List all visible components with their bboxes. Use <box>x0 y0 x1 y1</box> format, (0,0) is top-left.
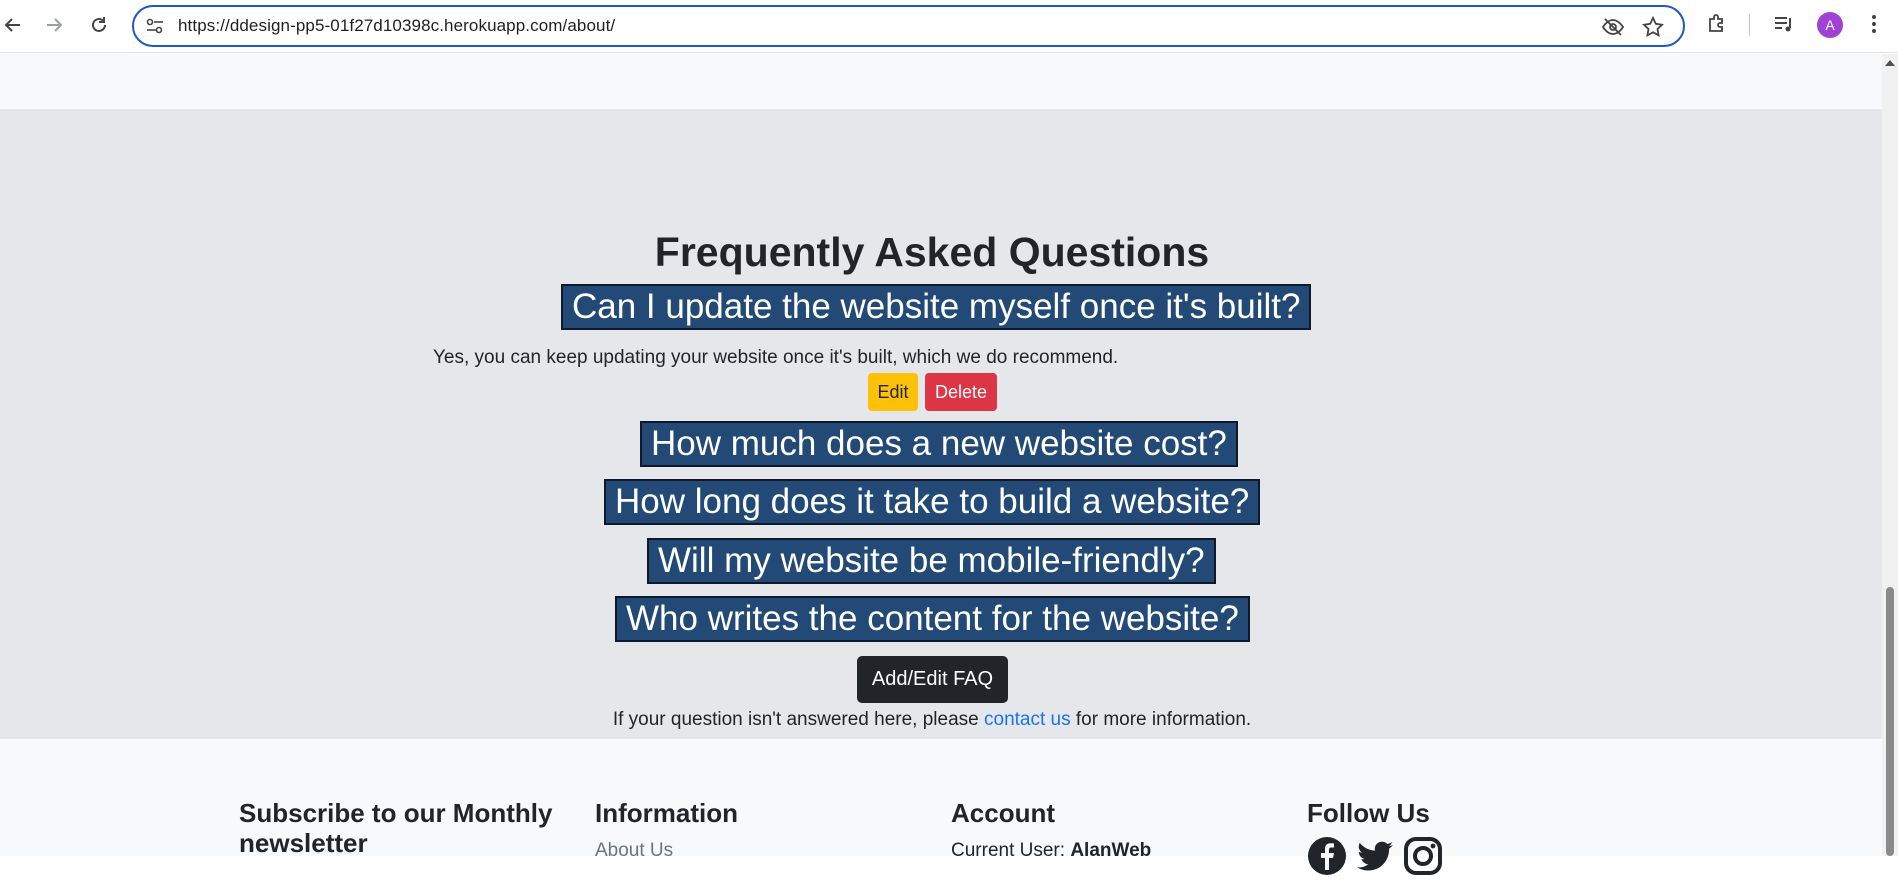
delete-button[interactable]: Delete <box>925 373 997 411</box>
faq-question[interactable]: Who writes the content for the website? <box>615 596 1250 642</box>
footer-subscribe: Subscribe to our Monthly newsletter <box>239 798 559 858</box>
scrollbar-thumb[interactable] <box>1886 587 1894 856</box>
media-controls-icon[interactable] <box>1772 12 1798 38</box>
instagram-icon[interactable] <box>1403 836 1443 876</box>
faq-question[interactable]: Can I update the website myself once it'… <box>561 284 1312 330</box>
add-edit-faq-button[interactable]: Add/Edit FAQ <box>857 656 1008 703</box>
url-text[interactable]: https://ddesign-pp5-01f27d10398c.herokua… <box>178 16 615 36</box>
faq-question[interactable]: How much does a new website cost? <box>640 421 1238 467</box>
about-us-link[interactable]: About Us <box>595 840 915 862</box>
bookmark-star-icon[interactable] <box>1641 15 1667 39</box>
page-scrollbar[interactable] <box>1882 54 1898 856</box>
scroll-up-arrow-icon[interactable] <box>1885 60 1895 66</box>
follow-heading: Follow Us <box>1307 798 1430 828</box>
back-icon[interactable] <box>0 12 26 38</box>
current-user: Current User: AlanWeb <box>951 840 1271 862</box>
forward-icon[interactable] <box>41 12 67 38</box>
faq-question[interactable]: Will my website be mobile-friendly? <box>647 538 1216 584</box>
footer-account: Account Current User: AlanWeb <box>951 798 1271 862</box>
account-heading: Account <box>951 798 1055 828</box>
subscribe-heading: Subscribe to our Monthly newsletter <box>239 798 553 858</box>
current-user-label: Current User: <box>951 840 1071 861</box>
edit-button[interactable]: Edit <box>868 373 918 411</box>
faq-title: Frequently Asked Questions <box>654 229 1210 275</box>
contact-us-link[interactable]: contact us <box>984 709 1071 730</box>
faq-question[interactable]: How long does it take to build a website… <box>604 479 1261 525</box>
information-heading: Information <box>595 798 738 828</box>
footer-follow: Follow Us <box>1307 798 1627 876</box>
faq-section: Frequently Asked Questions Can I update … <box>0 109 1882 739</box>
kebab-menu-icon[interactable] <box>1862 12 1888 38</box>
eye-slash-icon[interactable] <box>1601 15 1627 39</box>
current-user-name: AlanWeb <box>1070 840 1152 861</box>
faq-answer: Yes, you can keep updating your website … <box>433 347 1119 368</box>
address-bar[interactable]: https://ddesign-pp5-01f27d10398c.herokua… <box>132 5 1685 47</box>
browser-toolbar: https://ddesign-pp5-01f27d10398c.herokua… <box>0 0 1898 53</box>
contact-prefix: If your question isn't answered here, pl… <box>612 709 984 730</box>
toolbar-separator <box>1749 14 1750 36</box>
site-info-icon[interactable] <box>144 15 168 37</box>
page-content: Frequently Asked Questions Can I update … <box>0 54 1882 875</box>
contact-suffix: for more information. <box>1070 709 1252 730</box>
footer-information: Information About Us <box>595 798 915 862</box>
twitter-icon[interactable] <box>1355 836 1395 876</box>
facebook-icon[interactable] <box>1307 836 1347 876</box>
reload-icon[interactable] <box>86 12 112 38</box>
profile-avatar[interactable]: A <box>1817 12 1843 38</box>
social-links <box>1307 836 1627 876</box>
extensions-icon[interactable] <box>1705 12 1731 38</box>
contact-line: If your question isn't answered here, pl… <box>0 709 1864 731</box>
